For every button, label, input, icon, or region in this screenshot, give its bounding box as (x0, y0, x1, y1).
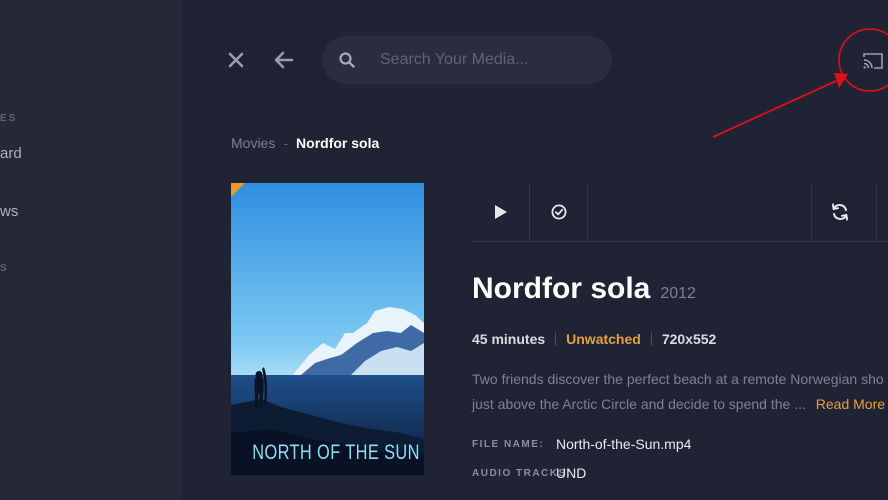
mark-watched-button[interactable] (530, 183, 587, 241)
sidebar-section-label: S (0, 263, 9, 274)
meta-separator (555, 332, 557, 346)
poster-corner-badge (231, 183, 245, 197)
breadcrumb-movies-link[interactable]: Movies (231, 135, 275, 151)
play-button[interactable] (472, 183, 529, 241)
description-line-2: just above the Arctic Circle and decide … (472, 392, 888, 417)
movie-title-row: Nordfor sola 2012 (472, 272, 696, 306)
audio-tracks-label: AUDIO TRACKS: (472, 467, 572, 479)
audio-tracks-row: AUDIO TRACKS: UND (472, 465, 586, 481)
arrow-left-icon (274, 51, 294, 69)
watch-status: Unwatched (566, 331, 641, 347)
file-name-label: FILE NAME: (472, 438, 545, 450)
search-input[interactable] (380, 51, 600, 69)
play-icon (494, 205, 507, 219)
toolbar-divider (587, 183, 588, 241)
description-line: just above the Arctic Circle and decide … (472, 396, 806, 412)
movie-resolution: 720x552 (661, 331, 717, 347)
file-name-row: FILE NAME: North-of-the-Sun.mp4 (472, 436, 691, 452)
description-line: Two friends discover the perfect beach a… (472, 371, 884, 387)
search-icon (339, 52, 355, 68)
sidebar-item-shows[interactable]: ws (0, 203, 18, 220)
read-more-link[interactable]: Read More (816, 396, 885, 412)
close-button[interactable] (224, 48, 248, 72)
breadcrumb-current: Nordfor sola (296, 135, 380, 151)
poster-title: NORTH OF THE SUN (252, 441, 420, 464)
meta-separator (650, 332, 652, 346)
movie-year: 2012 (660, 285, 696, 302)
close-icon (228, 52, 244, 68)
breadcrumb: Movies - Nordfor sola (231, 135, 379, 151)
movie-duration: 45 minutes (472, 331, 546, 347)
sidebar-item-dashboard[interactable]: ard (0, 145, 22, 162)
action-toolbar (472, 183, 888, 242)
sidebar-section-label: ES (0, 113, 18, 124)
sidebar: ES ard ws S (0, 0, 182, 500)
file-name-value: North-of-the-Sun.mp4 (556, 436, 692, 452)
poster-artwork (231, 183, 424, 475)
breadcrumb-separator: - (283, 135, 289, 151)
movie-poster[interactable]: NORTH OF THE SUN (231, 183, 424, 475)
refresh-icon (832, 203, 848, 221)
movie-title: Nordfor sola (472, 272, 651, 305)
back-button[interactable] (272, 48, 296, 72)
search-bar[interactable] (322, 36, 612, 84)
cast-icon (863, 53, 883, 69)
check-circle-icon (551, 204, 566, 220)
movie-meta: 45 minutes Unwatched 720x552 (472, 331, 716, 347)
movie-description: Two friends discover the perfect beach a… (472, 367, 888, 417)
refresh-button[interactable] (812, 183, 868, 241)
cast-button[interactable] (860, 50, 886, 72)
audio-tracks-value: UND (556, 465, 587, 481)
toolbar-divider (876, 183, 877, 241)
